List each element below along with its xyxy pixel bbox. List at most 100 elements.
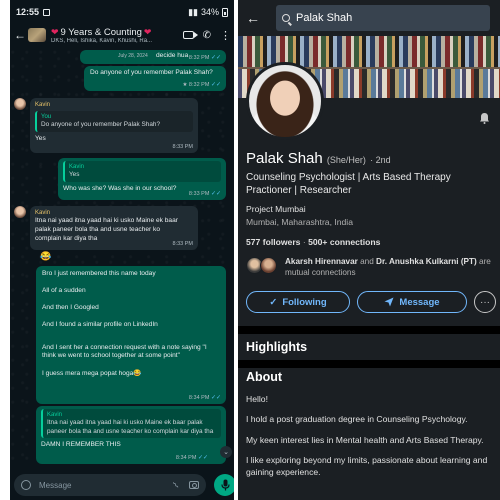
connection-degree: · 2nd (370, 155, 391, 165)
section-divider (238, 360, 500, 368)
connections-count: 500+ connections (308, 237, 381, 247)
quoted-sender: Kavin (47, 412, 63, 418)
camera-icon[interactable] (189, 481, 199, 489)
scroll-down-button[interactable]: ⌄ (220, 446, 232, 458)
top-bar: ← Palak Shah (238, 0, 500, 36)
heart-icon: ❤ (143, 26, 152, 37)
message-text: Do anyone of you remember Palak Shah? (90, 69, 213, 76)
message-placeholder: Message (39, 480, 72, 490)
quoted-sender: Kavin (69, 164, 85, 170)
about-paragraph: I hold a post graduation degree in Couns… (246, 414, 468, 425)
message-label: Message (399, 296, 440, 308)
profile-name: Palak Shah (She/Her) · 2nd (246, 150, 391, 167)
attach-icon[interactable]: ⌇ (171, 479, 181, 490)
linkedin-profile-screen: ← Palak Shah Palak Shah (She/Her) · 2nd … (238, 0, 500, 500)
sender-avatar[interactable] (14, 98, 26, 110)
following-label: Following (282, 296, 327, 308)
quoted-message[interactable]: You Do anyone of you remember Palak Shah… (35, 111, 193, 132)
message-input[interactable]: Message ⌇ (14, 474, 206, 496)
about-paragraph: Hello! (246, 394, 268, 404)
phone-call-icon[interactable]: ✆ (203, 30, 211, 41)
group-title: ❤ 9 Years & Counting ❤ (51, 27, 167, 38)
signal-icon: ▮▮ (188, 6, 198, 17)
message-time: ★ 8:32 PM ✓✓ (182, 81, 221, 88)
message-time: 8:33 PM (172, 240, 193, 247)
message-bubble[interactable]: Kavin Itna nai yaad itna yaad hai ki usk… (36, 406, 226, 464)
group-title-text: 9 Years & Counting (60, 26, 142, 38)
sticker-icon[interactable] (21, 480, 31, 490)
quoted-message[interactable]: Kavin Yes (63, 161, 221, 182)
send-icon (384, 297, 394, 307)
whatsapp-chat-screen: 12:55 ▮▮ 34% ← ❤ 9 Years & Counting ❤ DK… (10, 0, 234, 500)
profile-location: Mumbai, Maharashtra, India (246, 217, 353, 227)
status-time: 12:55 (16, 7, 40, 17)
heart-icon: ❤ (51, 26, 59, 37)
mutual-avatar (260, 257, 277, 274)
mutual-name: Dr. Anushka Kulkarni (PT) (376, 257, 477, 266)
followers-connections[interactable]: 577 followers · 500+ connections (246, 237, 380, 247)
chat-title-box[interactable]: ❤ 9 Years & Counting ❤ DKS, Heli, Ishika… (51, 27, 167, 44)
about-text[interactable]: Hello! I hold a post graduation degree i… (246, 394, 492, 487)
reaction-emoji[interactable]: 😂 (40, 251, 51, 262)
message-bubble[interactable]: Kavin Itna nai yaad itna yaad hai ki usk… (30, 206, 198, 250)
message-time: 8:33 PM (172, 143, 193, 150)
sender-avatar[interactable] (14, 206, 26, 218)
back-arrow-icon[interactable]: ← (14, 28, 26, 42)
message-button[interactable]: Message (357, 291, 467, 313)
read-receipt-icon: ✓✓ (210, 54, 221, 61)
search-value: Palak Shah (296, 12, 353, 24)
quoted-text: Do anyone of you remember Palak Shah? (41, 121, 161, 129)
message-text: Itna nai yaad itna yaad hai ki usko Main… (35, 217, 178, 242)
chat-header: ← ❤ 9 Years & Counting ❤ DKS, Heli, Ishi… (10, 22, 234, 48)
check-icon: ✓ (269, 296, 278, 308)
message-list[interactable]: July 28, 2024 decide hua 8:32 PM ✓✓ Do a… (10, 48, 234, 468)
more-options-button[interactable]: ··· (474, 291, 496, 313)
profile-headline: Counseling Psychologist | Arts Based The… (246, 172, 451, 197)
quoted-message[interactable]: Kavin Itna nai yaad itna yaad hai ki usk… (41, 409, 221, 439)
quoted-text: Yes (69, 171, 80, 179)
message-bubble[interactable]: Do anyone of you remember Palak Shah? ★ … (84, 66, 226, 91)
read-receipt-icon: ✓✓ (210, 81, 221, 88)
message-bubble[interactable]: Kavin You Do anyone of you remember Pala… (30, 98, 198, 153)
message-time: 8:32 PM ✓✓ (188, 54, 221, 61)
message-text: decide hua (156, 52, 189, 59)
status-bar: 12:55 ▮▮ 34% (10, 0, 234, 24)
quoted-sender: You (41, 114, 52, 121)
mic-icon (220, 479, 230, 491)
battery-percent: 34% (200, 7, 219, 17)
search-input[interactable]: Palak Shah (276, 5, 490, 31)
notification-icon (43, 8, 51, 16)
message-bubble[interactable]: July 28, 2024 decide hua 8:32 PM ✓✓ (80, 50, 226, 64)
section-divider (238, 326, 500, 334)
group-avatar[interactable] (28, 28, 46, 42)
read-receipt-icon: ✓✓ (197, 454, 208, 461)
more-options-icon[interactable]: ⋮ (220, 29, 231, 42)
message-line: And then I Googled (42, 303, 99, 311)
pronouns: (She/Her) (326, 155, 366, 165)
message-line: And I found a similar profile on LinkedI… (42, 320, 158, 328)
message-bubble[interactable]: Kavin Yes Who was she? Was she in our sc… (58, 158, 226, 200)
message-bubble[interactable]: Bro I just remembered this name today Al… (36, 266, 226, 404)
message-text: Yes (35, 134, 46, 142)
mutual-and: and (360, 257, 374, 266)
video-call-icon[interactable] (182, 31, 198, 39)
followers-count: 577 followers (246, 237, 301, 247)
name-text: Palak Shah (246, 150, 323, 167)
sender-name: Kavin (35, 102, 51, 108)
battery-icon (222, 7, 228, 17)
read-receipt-icon: ✓✓ (210, 190, 221, 197)
profile-photo[interactable] (246, 62, 324, 140)
bell-icon[interactable] (479, 112, 491, 124)
more-icon: ··· (480, 296, 490, 308)
following-button[interactable]: ✓ Following (246, 291, 350, 313)
about-paragraph: My keen interest lies in Mental health a… (246, 434, 484, 445)
mutual-connections[interactable]: Akarsh Hirennavar and Dr. Anushka Kulkar… (285, 257, 497, 278)
message-line: Bro I just remembered this name today (42, 270, 156, 277)
mic-button[interactable] (214, 474, 234, 496)
message-text: DAMN I REMEMBER THIS (41, 441, 121, 449)
message-time: 8:33 PM ✓✓ (188, 190, 221, 197)
profile-company[interactable]: Project Mumbai (246, 204, 306, 214)
back-arrow-icon[interactable]: ← (246, 10, 266, 26)
highlights-heading: Highlights (246, 340, 308, 354)
sender-name: Kavin (35, 210, 51, 216)
